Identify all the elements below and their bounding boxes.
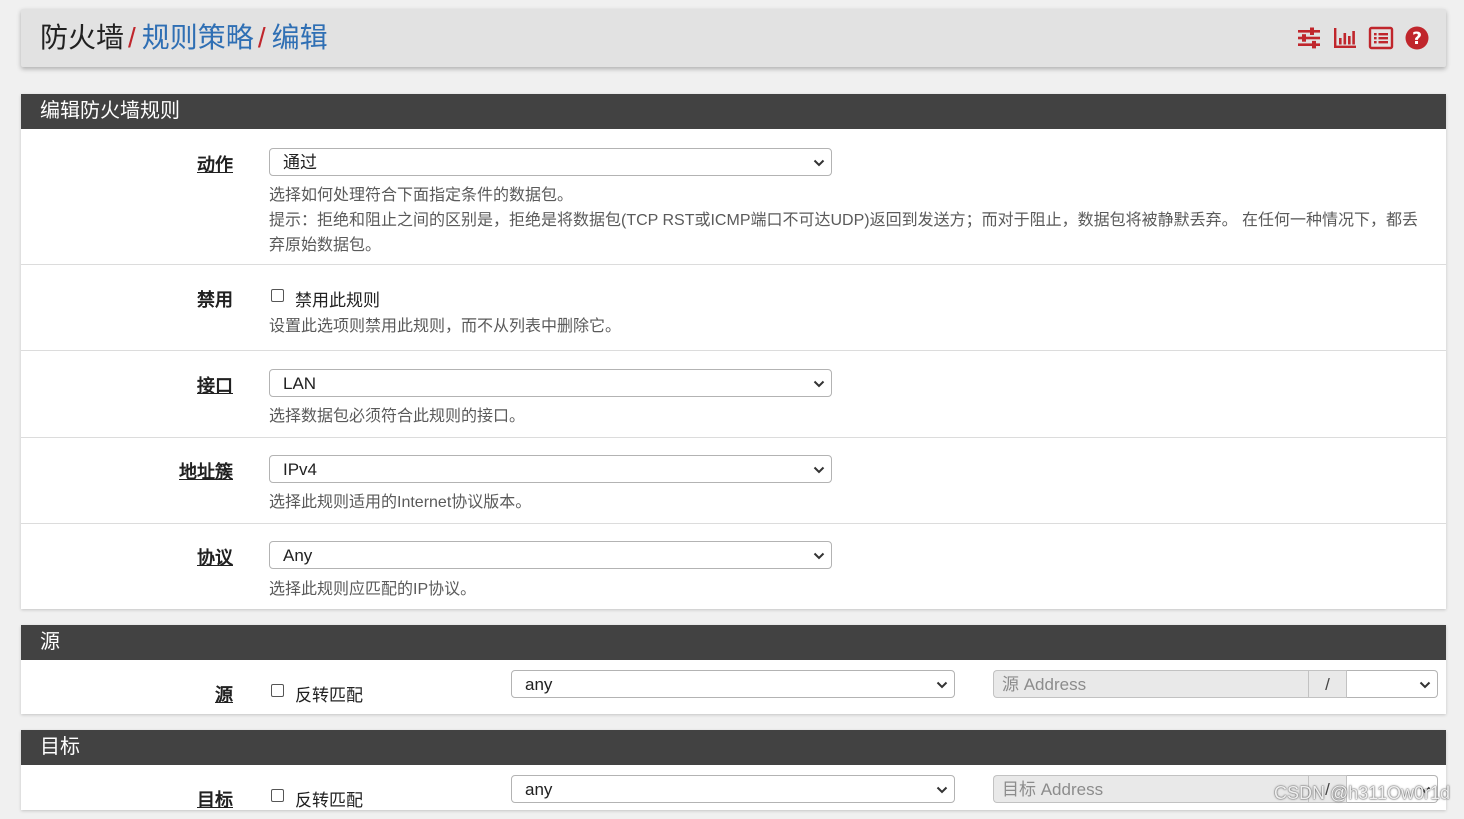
action-hint-text: 提示：拒绝和阻止之间的区别是，拒绝是将数据包(TCP RST或ICMP端口不可达… bbox=[269, 212, 1419, 254]
source-type-select[interactable]: any bbox=[511, 670, 955, 698]
list-icon[interactable] bbox=[1368, 25, 1394, 51]
destination-type-select[interactable]: any bbox=[511, 775, 955, 803]
action-help-text: 选择如何处理符合下面指定条件的数据包。 bbox=[269, 187, 574, 204]
chevron-down-icon bbox=[813, 552, 825, 560]
breadcrumb-separator: / bbox=[257, 22, 266, 53]
breadcrumb-edit-link[interactable]: 编辑 bbox=[272, 22, 328, 53]
destination-invert-checkbox[interactable] bbox=[271, 789, 284, 802]
page-header: 防火墙 / 规则策略 / 编辑 ? bbox=[21, 9, 1446, 67]
breadcrumb-separator: / bbox=[128, 22, 136, 53]
action-row: 动作 通过 选择如何处理符合下面指定条件的数据包。 提示：拒绝和阻止之间的区别是… bbox=[21, 129, 1446, 265]
chevron-down-icon bbox=[813, 380, 825, 388]
source-invert-checkbox[interactable] bbox=[271, 684, 284, 697]
destination-label[interactable]: 目标 bbox=[197, 786, 233, 812]
interface-help: 选择数据包必须符合此规则的接口。 bbox=[269, 408, 526, 425]
disable-label: 禁用 bbox=[197, 290, 233, 310]
source-cidr-slash: / bbox=[1308, 670, 1347, 698]
destination-address-input[interactable]: 目标 Address bbox=[993, 775, 1308, 803]
source-invert-label[interactable]: 反转匹配 bbox=[295, 681, 363, 706]
address-family-help: 选择此规则适用的Internet协议版本。 bbox=[269, 494, 532, 511]
destination-type-value: any bbox=[525, 780, 553, 799]
action-label[interactable]: 动作 bbox=[197, 151, 233, 177]
chevron-down-icon bbox=[1419, 681, 1431, 689]
source-row: 源 反转匹配 any 源 Address / bbox=[21, 660, 1446, 714]
address-family-row: 地址簇 IPv4 选择此规则适用的Internet协议版本。 bbox=[21, 438, 1446, 524]
chevron-down-icon bbox=[936, 681, 948, 689]
interface-label[interactable]: 接口 bbox=[197, 372, 233, 398]
destination-invert-label[interactable]: 反转匹配 bbox=[295, 786, 363, 811]
bar-chart-icon[interactable] bbox=[1332, 25, 1358, 51]
breadcrumb: 防火墙 / 规则策略 / 编辑 bbox=[40, 20, 328, 56]
address-family-label[interactable]: 地址簇 bbox=[179, 458, 233, 484]
protocol-help: 选择此规则应匹配的IP协议。 bbox=[269, 581, 477, 598]
interface-select-value: LAN bbox=[283, 374, 317, 393]
protocol-row: 协议 Any 选择此规则应匹配的IP协议。 bbox=[21, 524, 1446, 609]
disable-help: 设置此选项则禁用此规则，而不从列表中删除它。 bbox=[269, 318, 622, 335]
interface-select[interactable]: LAN bbox=[269, 369, 832, 397]
source-label[interactable]: 源 bbox=[215, 681, 233, 707]
destination-panel-title: 目标 bbox=[21, 730, 1446, 765]
sliders-icon[interactable] bbox=[1296, 25, 1322, 51]
action-help: 选择如何处理符合下面指定条件的数据包。 提示：拒绝和阻止之间的区别是，拒绝是将数… bbox=[269, 183, 1432, 258]
panel-title: 编辑防火墙规则 bbox=[21, 94, 1446, 129]
interface-row: 接口 LAN 选择数据包必须符合此规则的接口。 bbox=[21, 351, 1446, 438]
help-icon[interactable]: ? bbox=[1404, 25, 1430, 51]
source-mask-select[interactable] bbox=[1347, 670, 1438, 698]
destination-row: 目标 反转匹配 any 目标 Address / bbox=[21, 765, 1446, 819]
disable-checkbox-label[interactable]: 禁用此规则 bbox=[295, 286, 380, 311]
source-panel: 源 源 反转匹配 any 源 Address / bbox=[21, 625, 1446, 714]
chevron-down-icon bbox=[813, 159, 825, 167]
action-select-value: 通过 bbox=[283, 153, 317, 172]
edit-rule-panel: 编辑防火墙规则 动作 通过 选择如何处理符合下面指定条件的数据包。 提示：拒绝和… bbox=[21, 94, 1446, 609]
watermark: CSDN @h311Ow0r1d bbox=[1273, 783, 1450, 803]
destination-panel: 目标 目标 反转匹配 any 目标 Address / bbox=[21, 730, 1446, 810]
source-address-input[interactable]: 源 Address bbox=[993, 670, 1308, 698]
action-select[interactable]: 通过 bbox=[269, 148, 832, 176]
protocol-label[interactable]: 协议 bbox=[197, 544, 233, 570]
protocol-select[interactable]: Any bbox=[269, 541, 832, 569]
source-panel-title: 源 bbox=[21, 625, 1446, 660]
chevron-down-icon bbox=[936, 786, 948, 794]
source-type-value: any bbox=[525, 675, 553, 694]
address-family-select[interactable]: IPv4 bbox=[269, 455, 832, 483]
header-icon-bar: ? bbox=[1296, 25, 1430, 51]
disable-checkbox[interactable] bbox=[271, 289, 284, 302]
breadcrumb-firewall: 防火墙 bbox=[40, 22, 125, 53]
svg-text:?: ? bbox=[1412, 29, 1422, 49]
breadcrumb-rules-link[interactable]: 规则策略 bbox=[142, 22, 254, 53]
disable-row: 禁用 禁用此规则 设置此选项则禁用此规则，而不从列表中删除它。 bbox=[21, 265, 1446, 351]
address-family-select-value: IPv4 bbox=[283, 460, 318, 479]
chevron-down-icon bbox=[813, 466, 825, 474]
protocol-select-value: Any bbox=[283, 546, 313, 565]
